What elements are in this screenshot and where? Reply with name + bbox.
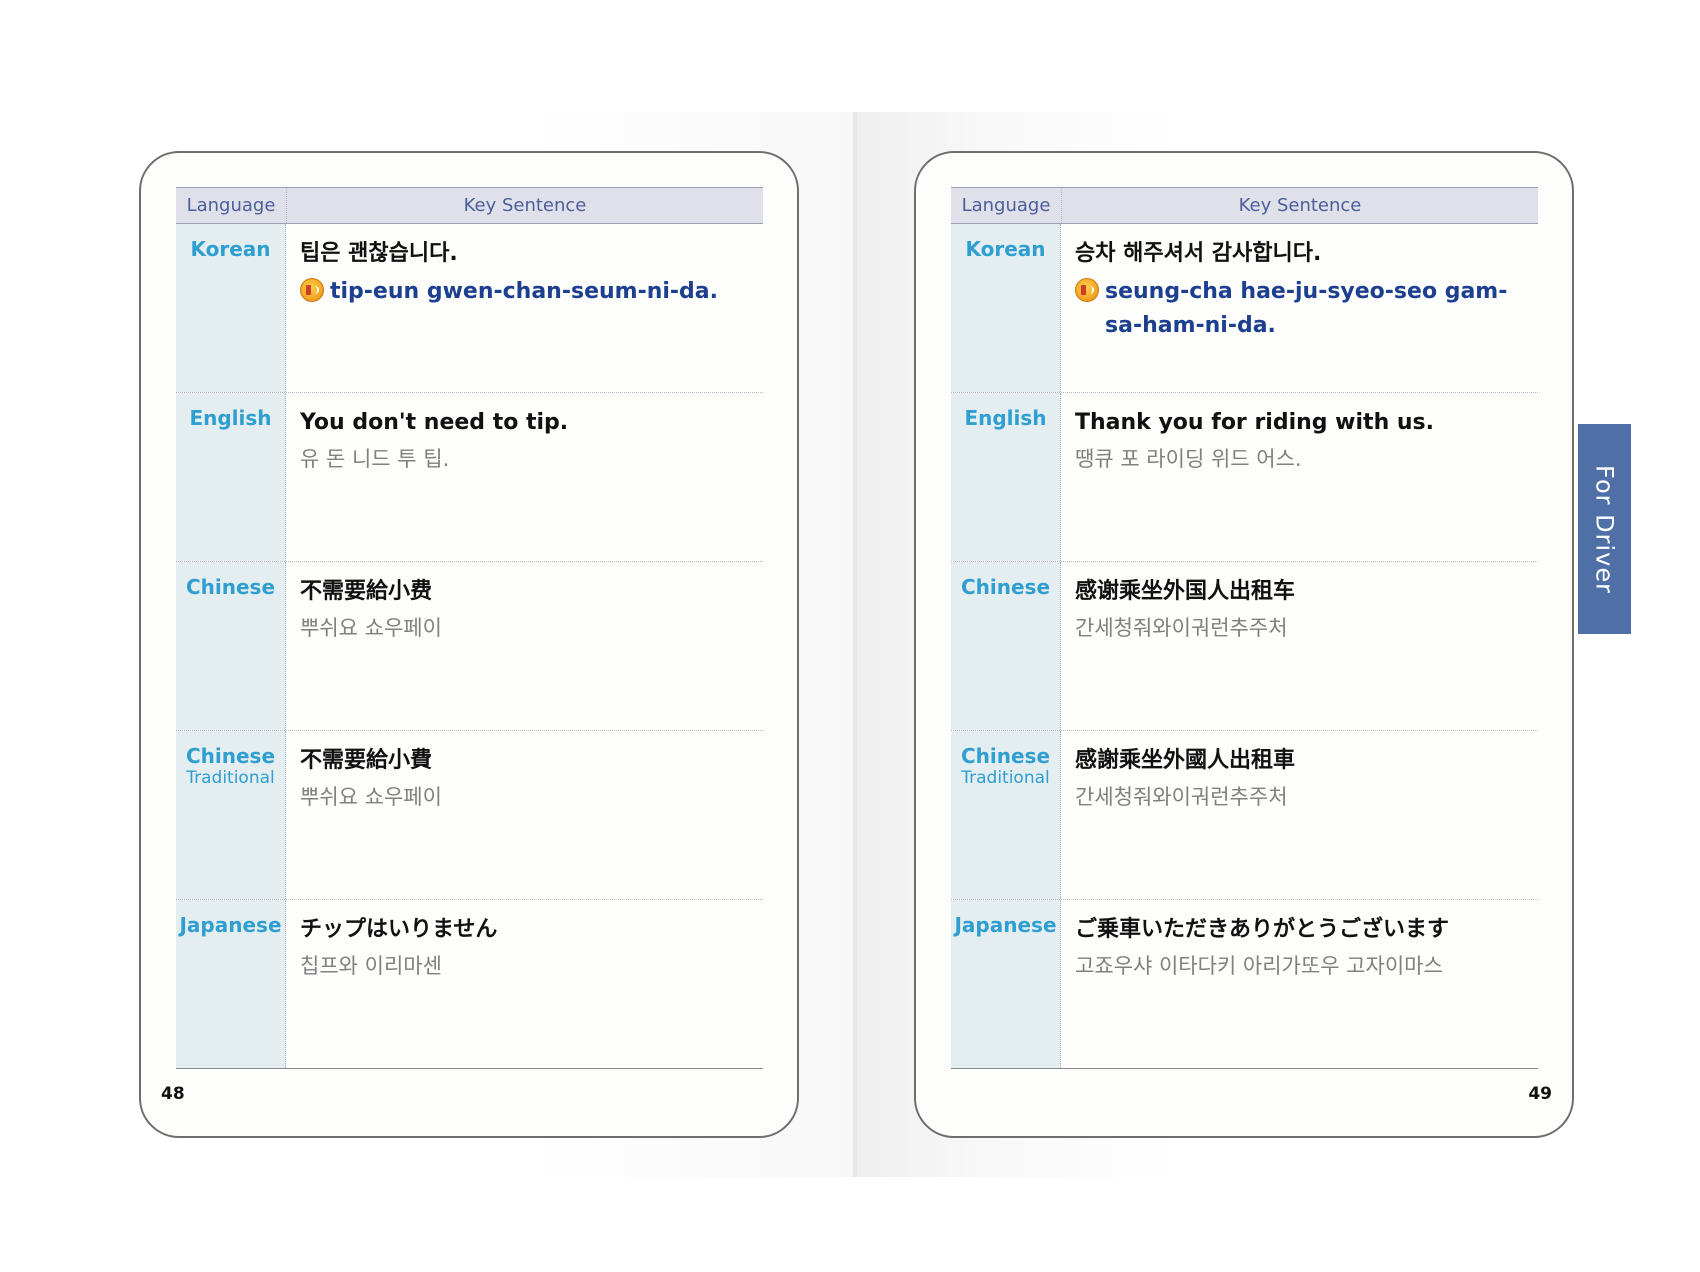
header-language: Language <box>951 188 1062 223</box>
sentence-cell: チップはいりません 칩프와 이리마센 <box>286 900 763 1068</box>
table-row: Korean 팁은 괜찮습니다. tip-eun gwen-chan-seum-ni… <box>176 224 763 393</box>
key-sentence: Thank you for riding with us. <box>1075 410 1435 435</box>
language-cell: English <box>176 393 286 561</box>
speaker-icon[interactable] <box>1075 278 1099 302</box>
korean-pronunciation: 뿌쉬요 쇼우페이 <box>300 785 442 809</box>
language-cell: Chinese Traditional <box>176 731 286 899</box>
sentence-cell: 팁은 괜찮습니다. tip-eun gwen-chan-seum-ni-da. <box>286 224 763 392</box>
header-language: Language <box>176 188 287 223</box>
table-body: Korean 승차 해주셔서 감사합니다. seung-cha hae-ju-sye… <box>951 224 1538 1069</box>
language-variant: Traditional <box>186 768 275 788</box>
language-cell: Japanese <box>951 900 1061 1068</box>
sentence-cell: 不需要給小费 뿌쉬요 쇼우페이 <box>286 562 763 730</box>
speaker-icon[interactable] <box>300 278 324 302</box>
language-cell: Chinese Traditional <box>951 731 1061 899</box>
table-row: English You don't need to tip. 유 돈 니드 투 팁. <box>176 393 763 562</box>
language-name: Chinese <box>960 744 1051 768</box>
table-row: Korean 승차 해주셔서 감사합니다. seung-cha hae-ju-sye… <box>951 224 1538 393</box>
key-sentence: チップはいりません <box>300 917 498 942</box>
table-row: English Thank you for riding with us. 땡큐 포… <box>951 393 1538 562</box>
key-sentence: 不需要給小费 <box>300 579 433 604</box>
table-body: Korean 팁은 괜찮습니다. tip-eun gwen-chan-seum-ni… <box>176 224 763 1069</box>
language-name: Korean <box>190 237 271 261</box>
language-name: Chinese <box>960 575 1051 599</box>
header-key-sentence: Key Sentence <box>1238 195 1362 216</box>
for-driver-tab[interactable]: For Driver <box>1578 424 1631 634</box>
key-sentence: 승차 해주셔서 감사합니다. <box>1075 241 1322 266</box>
page-number: 49 <box>1528 1084 1552 1104</box>
table-row: Chinese Traditional 不需要給小費 뿌쉬요 쇼우페이 <box>176 731 763 900</box>
page-49: Language Key Sentence Korean 승차 해주셔서 감사합니… <box>914 151 1574 1138</box>
language-cell: Chinese <box>951 562 1061 730</box>
sentence-cell: You don't need to tip. 유 돈 니드 투 팁. <box>286 393 763 561</box>
language-cell: Korean <box>951 224 1061 392</box>
header-key-sentence: Key Sentence <box>463 195 587 216</box>
sentence-cell: 感谢乘坐外国人出租车 간세청줘와이궈런추주처 <box>1061 562 1538 730</box>
sentence-cell: 不需要給小費 뿌쉬요 쇼우페이 <box>286 731 763 899</box>
phrase-table-left: Language Key Sentence Korean 팁은 괜찮습니다. tip… <box>176 187 763 1069</box>
korean-pronunciation: 칩프와 이리마센 <box>300 954 442 978</box>
korean-pronunciation: 간세청줘와이궈런추주처 <box>1075 616 1288 640</box>
language-name: Japanese <box>179 913 282 937</box>
table-row: Chinese 不需要給小费 뿌쉬요 쇼우페이 <box>176 562 763 731</box>
language-variant: Traditional <box>961 768 1050 788</box>
phrase-table-right: Language Key Sentence Korean 승차 해주셔서 감사합니… <box>951 187 1538 1069</box>
table-header: Language Key Sentence <box>951 187 1538 224</box>
language-name: English <box>964 406 1047 430</box>
romanization-line: seung-cha hae-ju-syeo-seo gam-sa-ham-ni-… <box>1075 275 1528 343</box>
romanization-line: tip-eun gwen-chan-seum-ni-da. <box>300 275 753 309</box>
sentence-cell: 승차 해주셔서 감사합니다. seung-cha hae-ju-syeo-seo … <box>1061 224 1538 392</box>
romanization: seung-cha hae-ju-syeo-seo gam-sa-ham-ni-… <box>1105 279 1508 338</box>
language-cell: English <box>951 393 1061 561</box>
key-sentence: 感謝乘坐外國人出租車 <box>1075 748 1296 773</box>
korean-pronunciation: 간세청줘와이궈런추주처 <box>1075 785 1288 809</box>
page-48: Language Key Sentence Korean 팁은 괜찮습니다. tip… <box>139 151 799 1138</box>
table-row: Japanese ご乗車いただきありがとうございます 고죠우샤 이타다키 아리가또우… <box>951 900 1538 1069</box>
romanization: tip-eun gwen-chan-seum-ni-da. <box>330 279 718 304</box>
language-cell: Korean <box>176 224 286 392</box>
page-number: 48 <box>161 1084 185 1104</box>
table-header: Language Key Sentence <box>176 187 763 224</box>
language-name: Chinese <box>185 575 276 599</box>
korean-pronunciation: 고죠우샤 이타다키 아리가또우 고자이마스 <box>1075 954 1443 978</box>
book-gutter <box>853 112 857 1177</box>
korean-pronunciation: 땡큐 포 라이딩 위드 어스. <box>1075 447 1302 471</box>
key-sentence: 不需要給小費 <box>300 748 433 773</box>
table-row: Japanese チップはいりません 칩프와 이리마센 <box>176 900 763 1069</box>
key-sentence: You don't need to tip. <box>300 410 569 435</box>
table-row: Chinese Traditional 感謝乘坐外國人出租車 간세청줘와이궈런추주처 <box>951 731 1538 900</box>
key-sentence: ご乗車いただきありがとうございます <box>1075 917 1450 942</box>
language-cell: Chinese <box>176 562 286 730</box>
language-name: Chinese <box>185 744 276 768</box>
key-sentence: 팁은 괜찮습니다. <box>300 241 458 266</box>
language-name: English <box>189 406 272 430</box>
korean-pronunciation: 뿌쉬요 쇼우페이 <box>300 616 442 640</box>
language-name: Korean <box>965 237 1046 261</box>
korean-pronunciation: 유 돈 니드 투 팁. <box>300 447 450 471</box>
key-sentence: 感谢乘坐外国人出租车 <box>1075 579 1296 604</box>
language-name: Japanese <box>954 913 1057 937</box>
language-cell: Japanese <box>176 900 286 1068</box>
sentence-cell: 感謝乘坐外國人出租車 간세청줘와이궈런추주처 <box>1061 731 1538 899</box>
sentence-cell: ご乗車いただきありがとうございます 고죠우샤 이타다키 아리가또우 고자이마스 <box>1061 900 1538 1068</box>
table-row: Chinese 感谢乘坐外国人出租车 간세청줘와이궈런추주처 <box>951 562 1538 731</box>
sentence-cell: Thank you for riding with us. 땡큐 포 라이딩 위드… <box>1061 393 1538 561</box>
side-tab-label: For Driver <box>1590 464 1619 594</box>
book-spread: Language Key Sentence Korean 팁은 괜찮습니다. tip… <box>0 0 1700 1272</box>
